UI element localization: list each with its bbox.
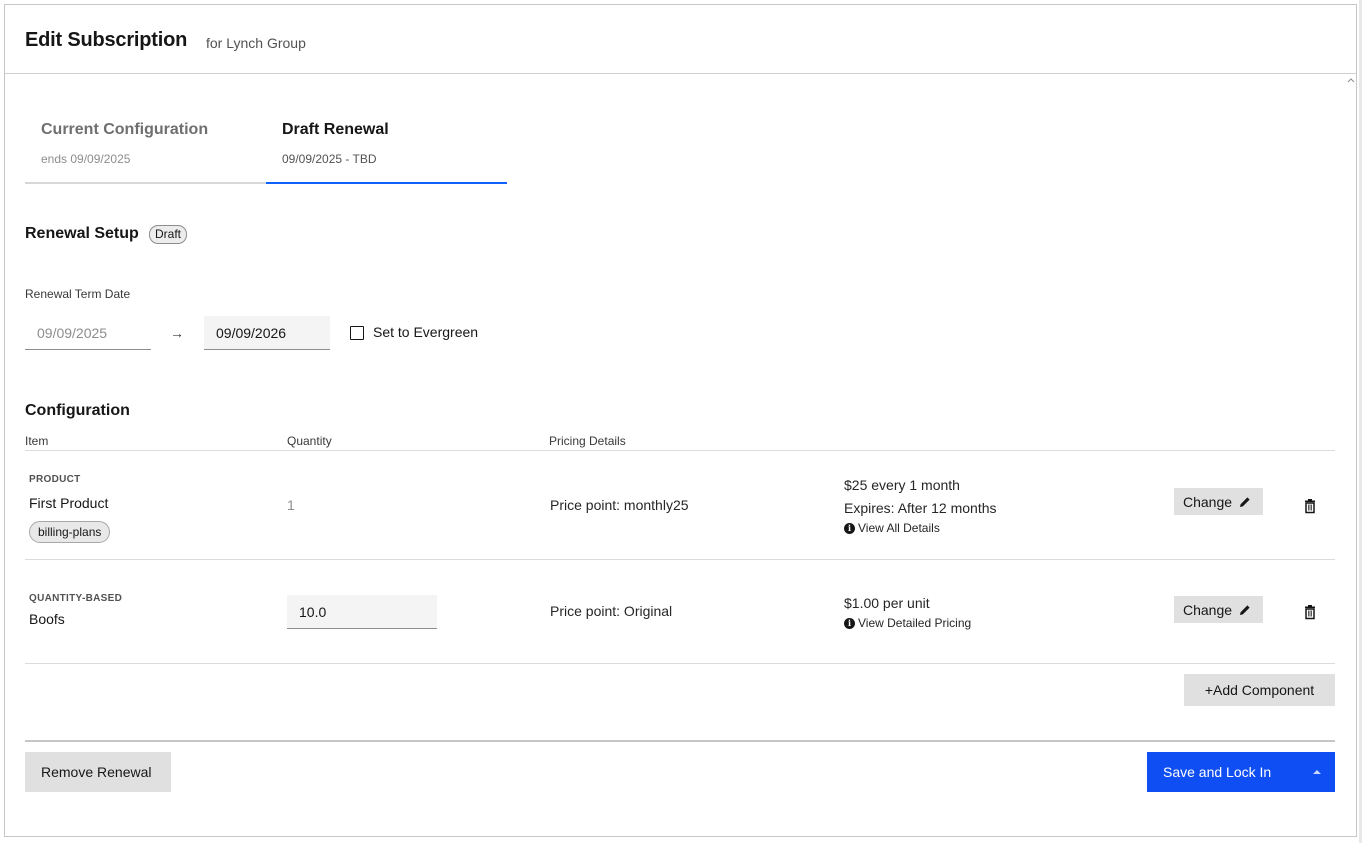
item-name: Boofs (29, 611, 65, 627)
price-point: Price point: Original (550, 603, 673, 619)
evergreen-label[interactable]: Set to Evergreen (373, 324, 478, 340)
pricing-detail: $1.00 per unit (844, 595, 930, 611)
evergreen-checkbox[interactable] (350, 326, 364, 340)
status-badge: Draft (149, 225, 188, 244)
arrow-right-icon: → (170, 325, 184, 341)
tab-label: Current Configuration (41, 121, 209, 138)
link-label: View All Details (858, 521, 940, 535)
table-header-divider (25, 450, 1335, 451)
quantity-input[interactable]: 10.0 (287, 595, 437, 629)
caret-up-icon[interactable] (1313, 770, 1321, 774)
renewal-tabs: Current Configuration ends 09/09/2025 Dr… (25, 112, 507, 184)
change-button[interactable]: Change (1174, 488, 1263, 515)
item-kind: QUANTITY-BASED (29, 593, 123, 604)
item-name: First Product (29, 495, 109, 511)
end-date-field[interactable]: 09/09/2026 (204, 316, 330, 350)
pencil-icon (1240, 496, 1250, 507)
quantity-value: 1 (287, 497, 295, 513)
tab-label: Draft Renewal (282, 121, 389, 138)
column-header-pricing: Pricing Details (549, 434, 626, 448)
column-header-quantity: Quantity (287, 434, 332, 448)
change-label: Change (1183, 601, 1233, 618)
item-kind: PRODUCT (29, 474, 81, 485)
page-subtitle: for Lynch Group (206, 35, 306, 51)
tab-draft-renewal[interactable]: Draft Renewal 09/09/2025 - TBD (266, 112, 507, 184)
scroll-up-icon[interactable] (1346, 75, 1356, 85)
row-divider (25, 663, 1335, 664)
modal-header: Edit Subscription for Lynch Group (5, 5, 1356, 74)
row-divider (25, 559, 1335, 560)
info-icon: i (844, 617, 855, 629)
pricing-detail: $25 every 1 month (844, 477, 960, 493)
tab-sublabel: ends 09/09/2025 (41, 152, 131, 166)
trash-icon[interactable] (1302, 498, 1318, 514)
column-header-item: Item (25, 434, 49, 448)
change-button[interactable]: Change (1174, 596, 1263, 623)
remove-renewal-button[interactable]: Remove Renewal (25, 752, 171, 792)
modal: Edit Subscription for Lynch Group Curren… (4, 4, 1357, 837)
tab-current-configuration[interactable]: Current Configuration ends 09/09/2025 (25, 112, 266, 184)
view-detailed-pricing-link[interactable]: i View Detailed Pricing (844, 616, 971, 630)
tab-sublabel: 09/09/2025 - TBD (282, 152, 377, 166)
start-date-field: 09/09/2025 (25, 316, 151, 350)
pencil-icon (1240, 604, 1250, 615)
item-tag: billing-plans (29, 521, 111, 543)
page-title: Edit Subscription (25, 29, 188, 51)
change-label: Change (1183, 493, 1233, 510)
link-label: View Detailed Pricing (858, 616, 972, 630)
configuration-title: Configuration (25, 402, 130, 419)
price-point: Price point: monthly25 (550, 497, 689, 513)
trash-icon[interactable] (1302, 604, 1318, 620)
info-icon: i (844, 522, 855, 534)
pricing-expiry: Expires: After 12 months (844, 500, 997, 516)
renewal-term-label: Renewal Term Date (25, 287, 131, 301)
footer-divider (25, 740, 1335, 742)
renewal-setup-title: Renewal Setup (25, 225, 139, 242)
view-all-details-link[interactable]: i View All Details (844, 521, 940, 535)
add-component-button[interactable]: +Add Component (1184, 674, 1335, 706)
save-and-lock-in-button[interactable]: Save and Lock In (1147, 752, 1335, 792)
save-label: Save and Lock In (1163, 764, 1272, 780)
